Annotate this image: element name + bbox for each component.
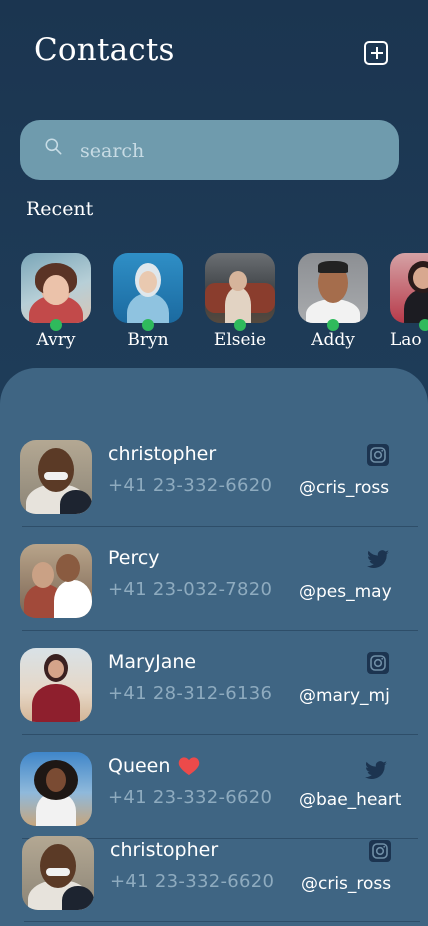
avatar [205,253,275,323]
avatar [298,253,368,323]
contact-list-panel[interactable]: christopher +41 23-332-6620 @cris_ross P… [0,368,428,926]
contact-row[interactable]: christopher +41 23-332-6620 @cris_ross [0,836,428,916]
contact-phone: +41 23-332-6620 [108,475,273,496]
contact-name-text: MaryJane [108,651,197,673]
contact-name-text: Percy [108,547,160,569]
contact-row[interactable]: MaryJane +41 28-312-6136 @mary_mj [0,648,428,728]
contact-name-text: christopher [108,443,217,465]
contact-phone: +41 28-312-6136 [108,683,273,704]
contact-avatar [20,648,92,722]
instagram-icon[interactable] [366,651,390,675]
contact-phone: +41 23-332-6620 [110,871,275,892]
contact-row[interactable]: Percy +41 23-032-7820 @pes_may [0,544,428,624]
contact-phone: +41 23-032-7820 [108,579,273,600]
contact-avatar [22,836,94,910]
add-contact-button[interactable] [364,41,388,65]
search-icon [45,138,62,155]
contact-handle: @cris_ross [301,874,392,894]
avatar [113,253,183,323]
recent-contacts-strip[interactable]: Avry Bryn Elseie Addy Lao [0,253,428,353]
avatar [390,253,428,323]
twitter-icon[interactable] [366,547,390,571]
contact-name: christopher [108,443,216,465]
divider [24,921,420,922]
recent-contact[interactable]: Lao [389,253,428,353]
divider [22,526,418,527]
recent-contact[interactable]: Avry [20,253,92,353]
search-input[interactable] [78,132,382,170]
page-title: Contacts [34,32,175,68]
recent-contact-name: Elseie [213,330,267,350]
recent-section-title: Recent [26,198,94,220]
contacts-screen: Contacts Recent Avry [0,0,428,926]
recent-contact-name: Lao [390,330,422,350]
contact-row[interactable]: Queen +41 23-332-6620 @bae_heart [0,752,428,832]
recent-contact-name: Addy [311,330,355,350]
contact-handle: @cris_ross [299,478,390,498]
contact-avatar [20,440,92,514]
recent-contact-name: Bryn [127,330,169,350]
avatar [21,253,91,323]
divider [22,630,418,631]
divider [22,734,418,735]
search-bar[interactable] [20,120,399,180]
contact-row[interactable]: christopher +41 23-332-6620 @cris_ross [0,440,428,520]
contact-name-text: Queen [108,755,171,777]
contact-handle: @pes_may [299,582,392,602]
contact-name: Queen [108,755,200,777]
contact-handle: @bae_heart [299,790,402,810]
heart-icon [179,757,200,776]
twitter-icon[interactable] [364,758,388,782]
instagram-icon[interactable] [366,443,390,467]
contact-handle: @mary_mj [299,686,390,706]
contact-avatar [20,544,92,618]
instagram-icon[interactable] [368,839,392,863]
recent-contact[interactable]: Bryn [112,253,184,353]
recent-contact[interactable]: Addy [297,253,369,353]
contact-name: christopher [110,839,218,861]
recent-contact[interactable]: Elseie [204,253,276,353]
recent-contact-name: Avry [36,330,76,350]
contact-phone: +41 23-332-6620 [108,787,273,808]
contact-name: Percy [108,547,160,569]
contact-avatar [20,752,92,826]
contact-name-text: christopher [110,839,219,861]
contact-name: MaryJane [108,651,196,673]
